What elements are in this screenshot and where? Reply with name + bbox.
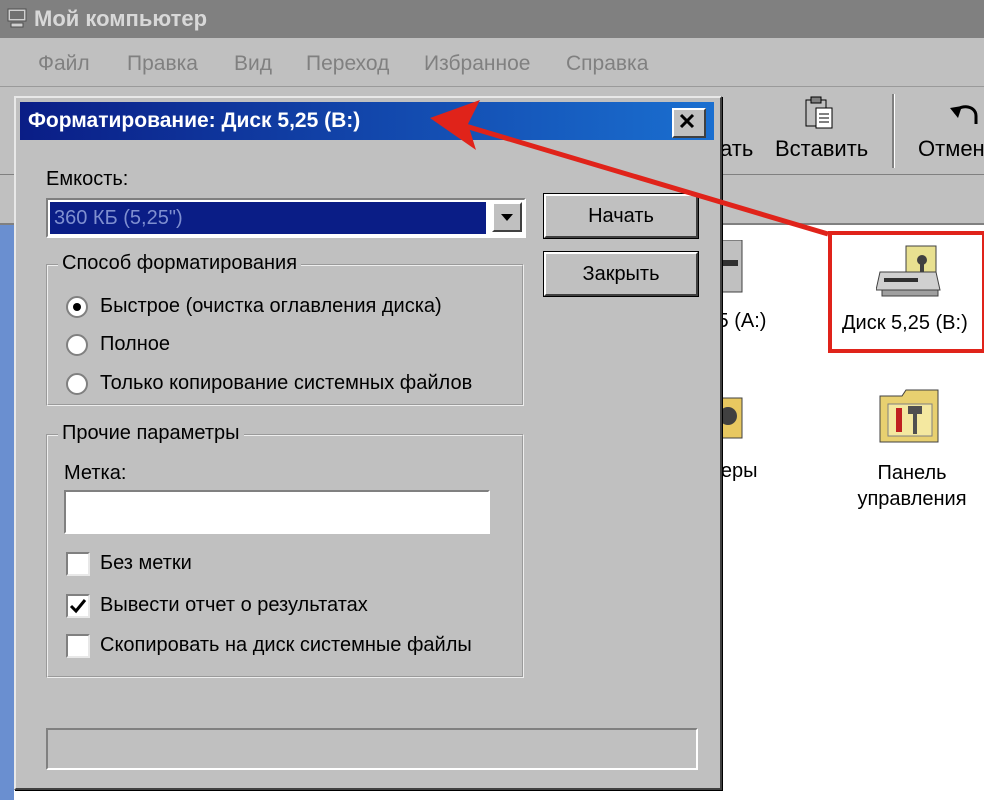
label-input[interactable] xyxy=(64,490,490,534)
highlight-box xyxy=(828,231,984,353)
toolbar-separator xyxy=(892,94,895,168)
copy-system-only-radio[interactable] xyxy=(66,373,88,395)
dialog-title-bar[interactable]: Форматирование: Диск 5,25 (B:) xyxy=(20,102,714,140)
paste-button[interactable]: Вставить xyxy=(772,88,876,174)
close-icon xyxy=(679,113,695,129)
no-label-checkbox[interactable] xyxy=(66,552,90,576)
undo-icon xyxy=(950,105,978,124)
capacity-value: 360 КБ (5,25") xyxy=(50,202,486,234)
paste-button-label: Вставить xyxy=(775,136,869,161)
dialog-close-button[interactable] xyxy=(672,108,706,138)
close-button[interactable]: Закрыть xyxy=(543,251,699,297)
full-format-label: Полное xyxy=(100,333,171,355)
format-dialog: Форматирование: Диск 5,25 (B:) Емкость: … xyxy=(14,96,722,790)
quick-format-radio[interactable] xyxy=(66,296,88,318)
label-field-label: Метка: xyxy=(64,462,127,484)
menu-favorites[interactable]: Избранное xyxy=(424,52,530,76)
menu-file[interactable]: Файл xyxy=(38,52,90,76)
copy-system-files-checkbox[interactable] xyxy=(66,634,90,658)
control-panel-label: Панель управления xyxy=(857,462,967,510)
menu-view[interactable]: Вид xyxy=(234,52,272,76)
left-web-panel xyxy=(0,225,14,800)
copy-system-only-label: Только копирование системных файлов xyxy=(100,372,473,394)
menu-go[interactable]: Переход xyxy=(306,52,389,76)
capacity-select[interactable]: 360 КБ (5,25") xyxy=(46,198,526,238)
other-options-title: Прочие параметры xyxy=(58,422,244,445)
capacity-label: Емкость: xyxy=(46,168,129,190)
progress-status-bar xyxy=(46,728,698,770)
window-title: Мой компьютер xyxy=(34,6,208,31)
dialog-title: Форматирование: Диск 5,25 (B:) xyxy=(28,109,361,132)
format-type-title: Способ форматирования xyxy=(58,252,302,275)
report-label: Вывести отчет о результатах xyxy=(100,594,368,616)
chevron-down-icon xyxy=(501,214,513,221)
dropdown-button[interactable] xyxy=(492,202,522,232)
undo-button[interactable]: Отмен xyxy=(908,88,984,174)
menu-edit[interactable]: Правка xyxy=(127,52,198,76)
report-checkbox[interactable] xyxy=(66,594,90,618)
quick-format-label: Быстрое (очистка оглавления диска) xyxy=(100,295,442,317)
no-label-label: Без метки xyxy=(100,552,192,574)
copy-button-label: ать xyxy=(720,136,754,161)
copy-system-files-label: Скопировать на диск системные файлы xyxy=(100,634,472,656)
checkmark-icon xyxy=(69,599,87,614)
paste-icon xyxy=(805,96,833,129)
menu-bar: Файл Правка Вид Переход Избранное Справк… xyxy=(0,40,984,87)
menu-help[interactable]: Справка xyxy=(566,52,648,76)
control-panel-icon xyxy=(879,389,939,443)
start-button[interactable]: Начать xyxy=(543,193,699,239)
full-format-radio[interactable] xyxy=(66,334,88,356)
window-title-bar[interactable]: Мой компьютер xyxy=(0,0,984,38)
undo-button-label: Отмен xyxy=(918,136,984,161)
computer-icon xyxy=(7,8,27,28)
